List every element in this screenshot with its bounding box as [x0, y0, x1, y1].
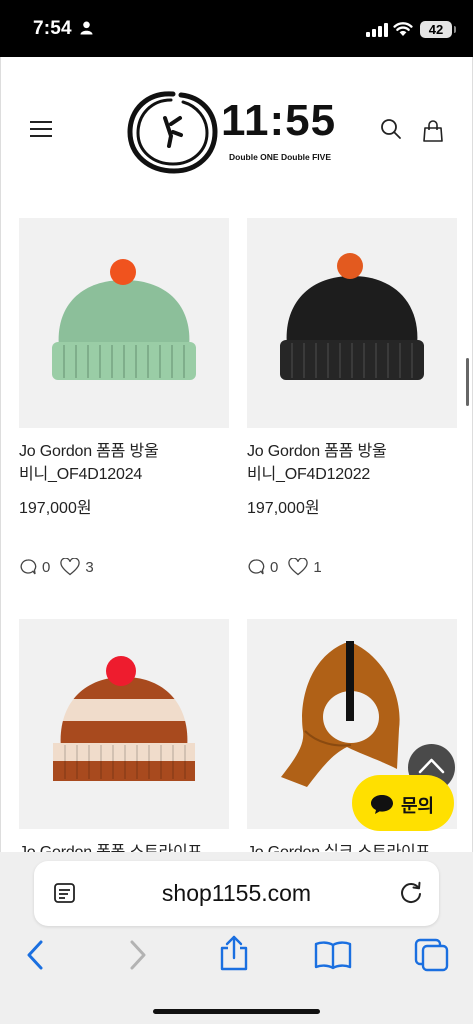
heart-icon[interactable] — [288, 558, 309, 576]
wifi-icon — [393, 22, 413, 36]
home-indicator[interactable] — [153, 1009, 320, 1014]
share-icon[interactable] — [218, 934, 250, 972]
comment-icon[interactable] — [247, 558, 265, 576]
chat-button-label: 문의 — [401, 796, 435, 816]
comment-count: 0 — [270, 558, 279, 576]
url-text: shop1155.com — [161, 880, 312, 906]
heart-icon[interactable] — [60, 558, 81, 576]
shopping-bag-icon[interactable] — [422, 120, 444, 142]
product-image[interactable] — [19, 218, 229, 428]
product-card[interactable]: Jo Gordon 폼폼 방울 비니_OF4D12022 197,000원 0 … — [247, 218, 457, 576]
site-logo[interactable]: 11:55 Double ONE Double FIVE — [125, 88, 351, 176]
inquiry-chat-button[interactable]: 문의 — [352, 775, 454, 831]
back-icon[interactable] — [24, 938, 48, 972]
like-count: 3 — [85, 558, 94, 576]
battery-indicator: 42 — [420, 21, 456, 38]
hamburger-menu-icon[interactable] — [30, 121, 52, 139]
product-meta: 0 1 — [247, 558, 457, 576]
status-time: 7:54 — [33, 18, 72, 39]
logo-wordmark: 11:55 — [221, 96, 337, 145]
product-card[interactable]: Jo Gordon 폼폼 스트라이프 — [19, 619, 229, 852]
scroll-indicator[interactable] — [466, 358, 469, 406]
like-count: 1 — [313, 558, 322, 576]
reload-icon[interactable] — [398, 880, 424, 906]
comment-icon[interactable] — [19, 558, 37, 576]
status-bar: 7:54 42 — [0, 0, 473, 57]
product-image[interactable] — [19, 619, 229, 829]
logo-subtitle: Double ONE Double FIVE — [229, 152, 332, 162]
beanie-image — [52, 259, 196, 380]
product-name[interactable]: Jo Gordon 실크 스트라이프 — [247, 841, 457, 852]
product-grid: Jo Gordon 폼폼 방울 비니_OF4D12024 197,000원 0 … — [0, 207, 473, 852]
bookmarks-icon[interactable] — [314, 940, 352, 970]
logo-swirl-icon — [127, 91, 218, 174]
browser-toolbar: shop1155.com — [0, 852, 473, 1024]
product-name[interactable]: Jo Gordon 폼폼 방울 비니_OF4D12022 — [247, 440, 457, 486]
product-price: 197,000원 — [247, 500, 320, 517]
beanie-image — [280, 253, 424, 380]
product-name[interactable]: Jo Gordon 폼폼 스트라이프 — [19, 841, 229, 852]
site-header: 11:55 Double ONE Double FIVE — [0, 57, 473, 207]
search-icon[interactable] — [379, 117, 403, 141]
forward-icon[interactable] — [125, 938, 149, 972]
product-price: 197,000원 — [19, 500, 92, 517]
product-meta: 0 3 — [19, 558, 229, 576]
product-name[interactable]: Jo Gordon 폼폼 방울 비니_OF4D12024 — [19, 440, 229, 486]
tabs-icon[interactable] — [414, 938, 450, 972]
address-bar[interactable]: shop1155.com — [34, 861, 439, 926]
person-icon — [80, 21, 93, 35]
striped-beanie-image — [53, 656, 195, 781]
chat-bubble-icon — [371, 795, 393, 814]
cellular-signal-icon — [366, 23, 388, 37]
comment-count: 0 — [42, 558, 51, 576]
product-image[interactable] — [247, 218, 457, 428]
product-card[interactable]: Jo Gordon 폼폼 방울 비니_OF4D12024 197,000원 0 … — [19, 218, 229, 576]
